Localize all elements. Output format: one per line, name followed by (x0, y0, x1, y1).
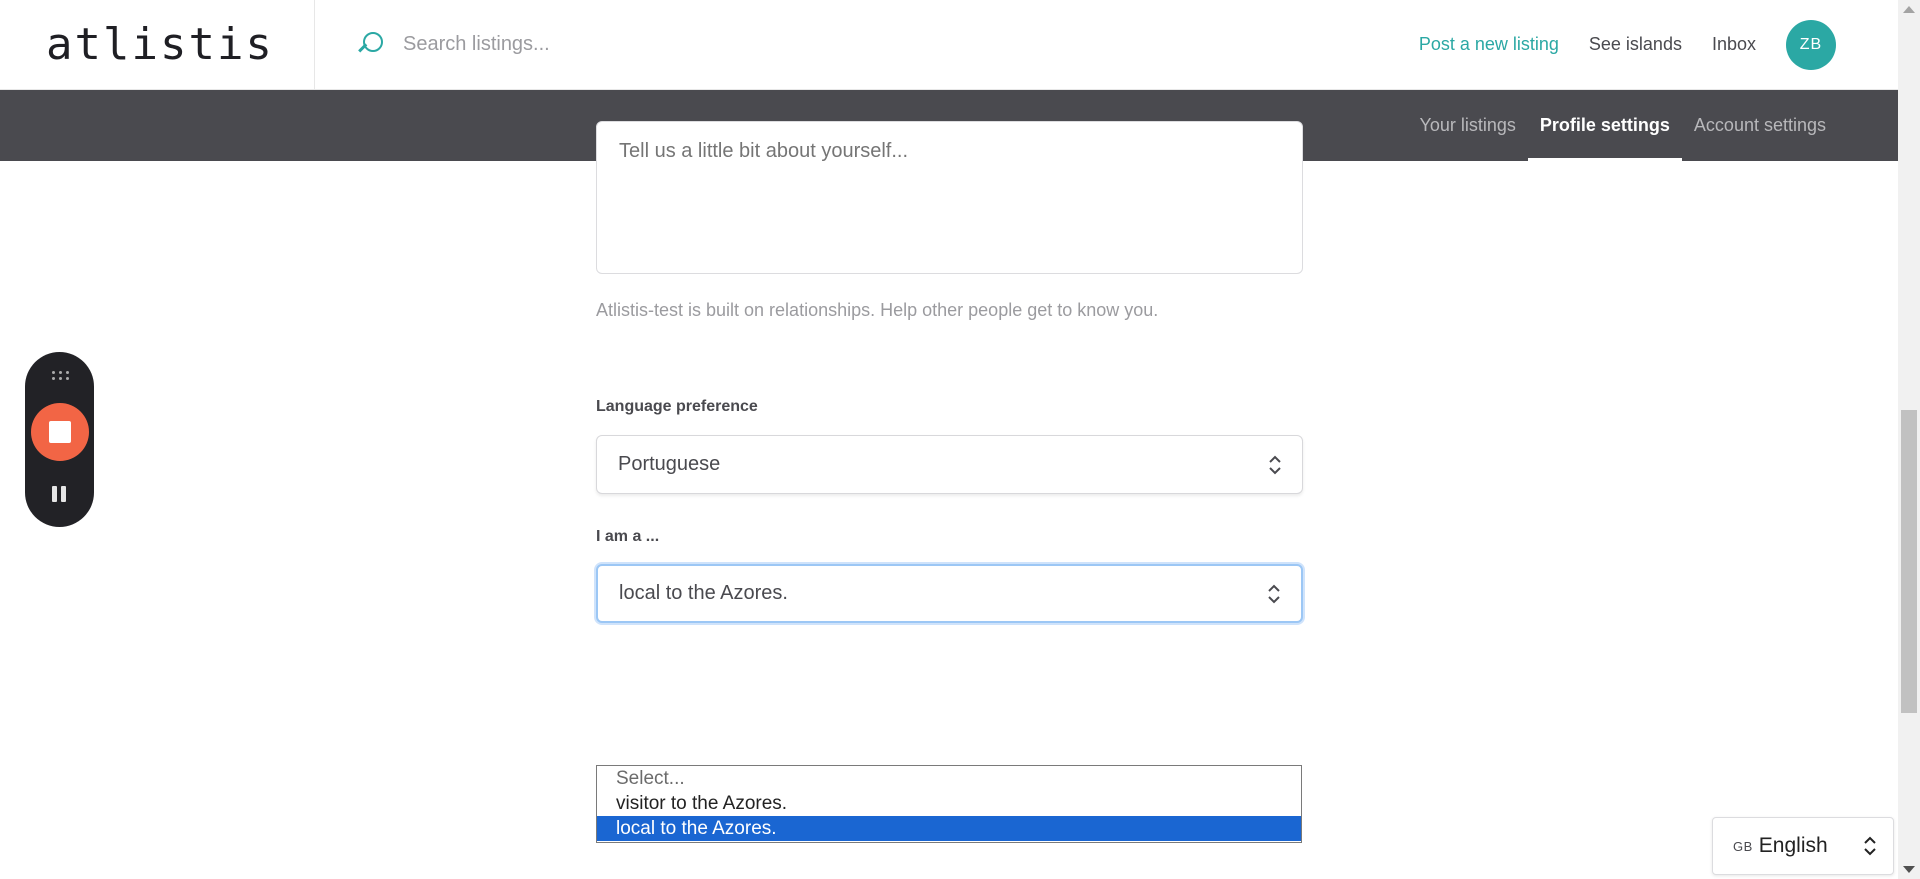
stop-icon (49, 421, 71, 443)
role-label: I am a ... (596, 528, 660, 545)
stop-recording-button[interactable] (31, 403, 89, 461)
scroll-thumb[interactable] (1901, 410, 1917, 713)
role-select[interactable]: local to the Azores. (596, 564, 1303, 623)
language-preference-value: Portuguese (618, 453, 721, 475)
page-scrollbar[interactable] (1898, 0, 1920, 879)
site-language-value: English (1758, 834, 1828, 857)
site-language-select[interactable]: GB English (1712, 817, 1894, 875)
role-dropdown-list[interactable]: Select... visitor to the Azores. local t… (596, 765, 1302, 843)
inbox-link[interactable]: Inbox (1712, 34, 1756, 55)
avatar[interactable]: ZB (1786, 19, 1836, 70)
search-icon[interactable] (357, 30, 387, 60)
tab-profile-settings[interactable]: Profile settings (1527, 90, 1682, 161)
see-islands-link[interactable]: See islands (1589, 34, 1682, 55)
pause-icon[interactable] (45, 482, 73, 508)
drag-handle-icon[interactable] (50, 369, 70, 381)
post-listing-link[interactable]: Post a new listing (1419, 34, 1559, 55)
header-nav: Post a new listing See islands Inbox ZB (1389, 19, 1836, 70)
search-input[interactable] (403, 33, 903, 56)
role-option-select[interactable]: Select... (597, 766, 1301, 791)
role-value: local to the Azores. (619, 582, 788, 604)
tab-account-settings[interactable]: Account settings (1682, 90, 1838, 161)
chevron-updown-icon (1269, 455, 1281, 474)
role-option-local[interactable]: local to the Azores. (597, 816, 1301, 841)
logo-container[interactable]: atlistis (0, 0, 315, 90)
chevron-updown-icon (1268, 584, 1280, 603)
logo[interactable]: atlistis (46, 19, 274, 70)
role-option-visitor[interactable]: visitor to the Azores. (597, 791, 1301, 816)
bio-textarea[interactable] (596, 121, 1303, 274)
bio-helper-text: Atlistis-test is built on relationships.… (596, 300, 1159, 320)
search-bar (357, 30, 1389, 60)
scroll-up-icon[interactable] (1903, 6, 1915, 13)
tab-your-listings[interactable]: Your listings (1408, 90, 1528, 161)
top-bar: atlistis Post a new listing See islands … (0, 0, 1898, 90)
scroll-down-icon[interactable] (1903, 866, 1915, 873)
language-preference-select[interactable]: Portuguese (596, 435, 1303, 494)
flag-icon: GB (1733, 838, 1753, 854)
recorder-widget (25, 352, 94, 527)
chevron-updown-icon (1864, 836, 1876, 856)
language-preference-label: Language preference (596, 398, 758, 415)
